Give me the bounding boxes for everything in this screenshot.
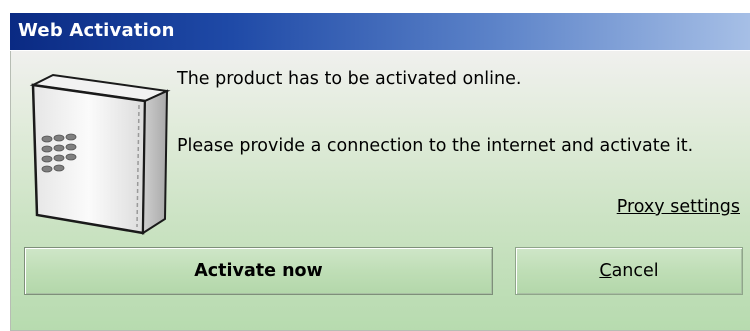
activate-now-button[interactable]: Activate now	[24, 247, 493, 295]
title-bar[interactable]: Web Activation	[10, 13, 750, 50]
window-title: Web Activation	[18, 20, 175, 41]
hardware-dongle-icon	[29, 73, 171, 235]
cancel-button[interactable]: Cancel	[515, 247, 743, 295]
activation-required-text: The product has to be activated online.	[177, 69, 522, 89]
dialog-body: The product has to be activated online. …	[10, 51, 750, 331]
web-activation-dialog: Web Activation The product has to be act…	[0, 0, 750, 331]
connection-instruction-text: Please provide a connection to the inter…	[177, 136, 694, 156]
activate-now-label: Activate now	[194, 261, 323, 281]
proxy-settings-link[interactable]: Proxy settings	[617, 197, 740, 217]
cancel-label: Cancel	[599, 261, 659, 281]
